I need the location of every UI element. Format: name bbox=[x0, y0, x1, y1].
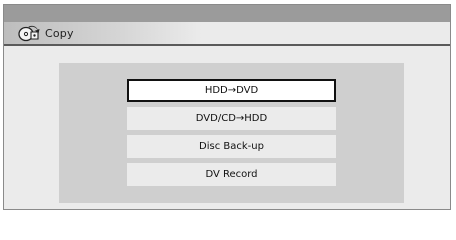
copy-menu-list: HDD→DVD DVD/CD→HDD Disc Back-up DV Recor… bbox=[127, 79, 336, 191]
header-band bbox=[4, 5, 450, 22]
title-tab: Copy bbox=[4, 22, 202, 44]
copy-menu-panel: HDD→DVD DVD/CD→HDD Disc Back-up DV Recor… bbox=[59, 63, 404, 203]
copy-disc-icon bbox=[18, 24, 40, 42]
menu-item-dvd-cd-to-hdd[interactable]: DVD/CD→HDD bbox=[127, 107, 336, 130]
copy-window: Copy HDD→DVD DVD/CD→HDD Disc Back-up DV … bbox=[3, 4, 451, 210]
window-title: Copy bbox=[45, 26, 74, 40]
menu-item-hdd-to-dvd[interactable]: HDD→DVD bbox=[127, 79, 336, 102]
menu-item-disc-back-up[interactable]: Disc Back-up bbox=[127, 135, 336, 158]
menu-item-dv-record[interactable]: DV Record bbox=[127, 163, 336, 186]
title-divider bbox=[4, 44, 450, 46]
